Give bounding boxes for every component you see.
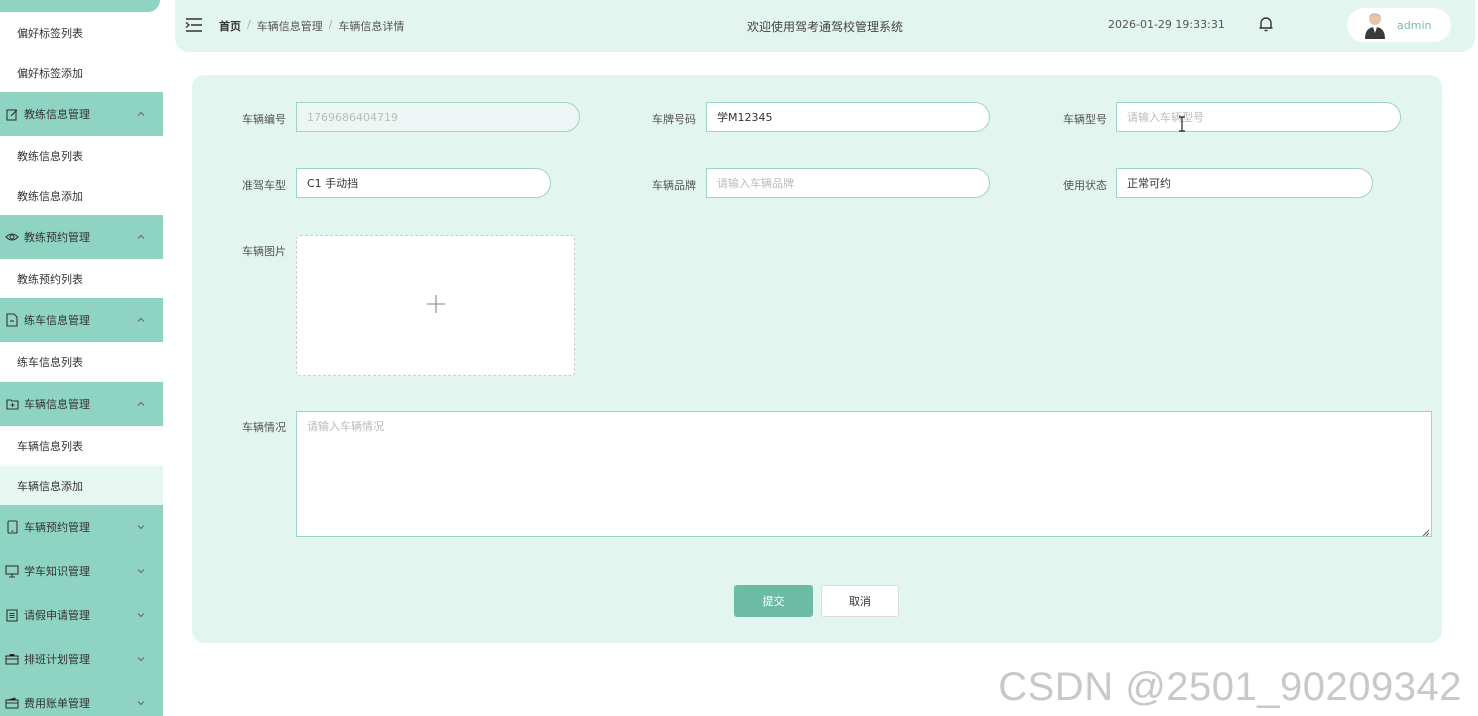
edit-icon xyxy=(5,107,19,121)
user-menu[interactable]: admin xyxy=(1347,8,1451,42)
sidebar-group-label: 练车信息管理 xyxy=(24,314,90,327)
chevron-down-icon xyxy=(135,565,147,577)
document-icon xyxy=(5,313,19,327)
phone-icon xyxy=(5,520,19,534)
model-label: 车辆型号 xyxy=(1063,113,1107,126)
brand-field[interactable]: 请输入车辆品牌 xyxy=(706,168,990,198)
chevron-down-icon xyxy=(135,609,147,621)
sidebar-item-practice-list[interactable]: 练车信息列表 xyxy=(0,342,163,382)
sidebar-item-label: 车辆信息列表 xyxy=(17,440,83,453)
condition-placeholder: 请输入车辆情况 xyxy=(307,420,384,433)
breadcrumb-item[interactable]: 车辆信息管理 xyxy=(257,18,323,34)
sidebar-item-label: 偏好标签添加 xyxy=(17,67,83,80)
chevron-up-icon xyxy=(135,108,147,120)
eye-icon xyxy=(5,230,19,244)
chevron-down-icon xyxy=(135,697,147,709)
cancel-button[interactable]: 取消 xyxy=(821,585,899,617)
folder-icon xyxy=(5,397,19,411)
sidebar-group-label: 教练预约管理 xyxy=(24,231,90,244)
sidebar-group-vehicle-booking[interactable]: 车辆预约管理 xyxy=(0,505,163,549)
sidebar-item-label: 教练信息添加 xyxy=(17,190,83,203)
sidebar-group-coach-info[interactable]: 教练信息管理 xyxy=(0,92,163,136)
vehicle-no-label: 车辆编号 xyxy=(242,113,286,126)
breadcrumb: 首页 / 车辆信息管理 / 车辆信息详情 xyxy=(219,18,404,34)
sidebar: 偏好标签列表 偏好标签添加 教练信息管理 教练信息列表 教练信息添加 教练预约管… xyxy=(0,0,163,716)
sidebar-group-label: 车辆预约管理 xyxy=(24,521,90,534)
sidebar-item-label: 车辆信息添加 xyxy=(17,480,83,493)
brand-label: 车辆品牌 xyxy=(652,179,696,192)
license-type-select[interactable]: C1 手动挡 xyxy=(296,168,551,198)
sidebar-group-vehicle-info[interactable]: 车辆信息管理 xyxy=(0,382,163,426)
sidebar-item-label: 练车信息列表 xyxy=(17,356,83,369)
datetime-display: 2026-01-29 19:33:31 xyxy=(1108,18,1225,31)
sidebar-item-vehicle-add[interactable]: 车辆信息添加 xyxy=(0,466,163,506)
breadcrumb-current: 车辆信息详情 xyxy=(338,20,405,33)
condition-textarea[interactable]: 请输入车辆情况 xyxy=(296,411,1432,537)
briefcase-icon xyxy=(5,652,19,666)
sidebar-group-label: 请假申请管理 xyxy=(24,609,90,622)
sidebar-item-preference-tag-add[interactable]: 偏好标签添加 xyxy=(0,53,163,93)
model-field[interactable]: 请输入车辆型号 xyxy=(1116,102,1401,132)
sidebar-item-coach-booking-list[interactable]: 教练预约列表 xyxy=(0,259,163,299)
sidebar-group-label: 车辆信息管理 xyxy=(24,398,90,411)
resize-handle-icon[interactable] xyxy=(1422,527,1430,537)
sidebar-group-label: 教练信息管理 xyxy=(24,108,90,121)
sidebar-top-cap xyxy=(0,0,160,12)
plus-icon xyxy=(426,294,446,317)
sidebar-item-vehicle-list[interactable]: 车辆信息列表 xyxy=(0,426,163,466)
sidebar-item-label: 教练预约列表 xyxy=(17,273,83,286)
sidebar-group-schedule-plan[interactable]: 排班计划管理 xyxy=(0,637,163,681)
text-cursor-icon xyxy=(1178,116,1186,132)
image-upload[interactable] xyxy=(296,235,575,376)
chevron-down-icon xyxy=(135,521,147,533)
breadcrumb-home[interactable]: 首页 xyxy=(219,18,241,34)
plate-no-label: 车牌号码 xyxy=(652,113,696,126)
avatar xyxy=(1364,11,1386,39)
sidebar-group-practice-info[interactable]: 练车信息管理 xyxy=(0,298,163,342)
status-label: 使用状态 xyxy=(1063,179,1107,192)
bell-icon[interactable] xyxy=(1257,15,1275,33)
breadcrumb-separator: / xyxy=(328,18,333,31)
sidebar-item-coach-list[interactable]: 教练信息列表 xyxy=(0,136,163,176)
username: admin xyxy=(1397,18,1432,32)
status-select[interactable]: 正常可约 xyxy=(1116,168,1373,198)
sidebar-group-label: 费用账单管理 xyxy=(24,697,90,710)
vehicle-no-field: 1769686404719 xyxy=(296,102,580,132)
sidebar-group-fee-bill[interactable]: 费用账单管理 xyxy=(0,681,163,716)
chevron-up-icon xyxy=(135,314,147,326)
sidebar-item-label: 教练信息列表 xyxy=(17,150,83,163)
image-label: 车辆图片 xyxy=(242,245,286,258)
sidebar-group-driving-knowledge[interactable]: 学车知识管理 xyxy=(0,549,163,593)
vehicle-form-panel: 车辆编号 1769686404719 车牌号码 学M12345 车辆型号 请输入… xyxy=(192,75,1442,643)
sidebar-item-preference-tag-list[interactable]: 偏好标签列表 xyxy=(0,13,163,53)
watermark: CSDN @2501_90209342 xyxy=(998,665,1462,709)
condition-label: 车辆情况 xyxy=(242,421,286,434)
license-type-label: 准驾车型 xyxy=(242,179,286,192)
sidebar-item-label: 偏好标签列表 xyxy=(17,27,83,40)
chevron-up-icon xyxy=(135,231,147,243)
submit-button[interactable]: 提交 xyxy=(734,585,813,617)
wallet-icon xyxy=(5,696,19,710)
sidebar-item-coach-add[interactable]: 教练信息添加 xyxy=(0,176,163,216)
chevron-up-icon xyxy=(135,398,147,410)
plate-no-field[interactable]: 学M12345 xyxy=(706,102,990,132)
sidebar-group-coach-booking[interactable]: 教练预约管理 xyxy=(0,215,163,259)
monitor-icon xyxy=(5,564,19,578)
chevron-down-icon xyxy=(135,653,147,665)
top-header: 首页 / 车辆信息管理 / 车辆信息详情 欢迎使用驾考通驾校管理系统 2026-… xyxy=(175,0,1475,52)
menu-fold-icon[interactable] xyxy=(185,16,203,34)
list-icon xyxy=(5,608,19,622)
sidebar-group-label: 学车知识管理 xyxy=(24,565,90,578)
sidebar-group-leave-request[interactable]: 请假申请管理 xyxy=(0,593,163,637)
sidebar-group-label: 排班计划管理 xyxy=(24,653,90,666)
breadcrumb-separator: / xyxy=(247,18,251,31)
